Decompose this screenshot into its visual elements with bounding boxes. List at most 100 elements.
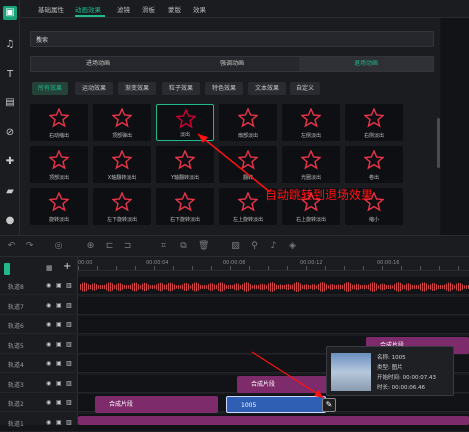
split-left-icon[interactable]: ⊏ [104, 241, 115, 252]
zoom-handle[interactable] [4, 263, 10, 275]
chip-motion[interactable]: 运动效果 [75, 82, 113, 95]
magnet-icon[interactable]: ◎ [53, 241, 64, 252]
composite-clip-bottom[interactable] [78, 416, 469, 425]
lock-icon[interactable]: ▣ [56, 360, 62, 367]
subtitle-icon[interactable]: ▤ [3, 96, 17, 110]
crosshair-icon[interactable]: ⊕ [85, 241, 96, 252]
visibility-icon[interactable]: ◉ [46, 302, 51, 309]
track-lane[interactable] [78, 296, 469, 315]
waveform-bar [122, 284, 123, 290]
lock-icon[interactable]: ▣ [56, 341, 62, 348]
user-icon[interactable]: ● [3, 214, 17, 228]
waveform-bar [90, 284, 91, 290]
effect-card[interactable]: 顶部淡出 [30, 146, 88, 183]
trash-icon[interactable]: ▥ [66, 321, 72, 328]
trash-icon[interactable]: ▥ [66, 399, 72, 406]
music-icon[interactable]: ♫ [3, 38, 17, 52]
tab-basic[interactable]: 基础属性 [38, 4, 64, 14]
trash-icon[interactable]: ▥ [66, 419, 72, 426]
waveform-bar [158, 283, 159, 291]
trash-icon[interactable]: ▥ [66, 380, 72, 387]
segment-exit[interactable]: 退场动画 [299, 57, 433, 71]
track-header[interactable]: 轨道7 ◉ ▣ ▥ [0, 297, 78, 315]
effect-card[interactable]: 光圈淡出 [282, 146, 340, 183]
tab-mask-board[interactable]: 滑板 [142, 4, 155, 14]
image-icon[interactable]: ▨ [230, 241, 241, 252]
time-ruler[interactable]: 00:00 00:00:04 00:00:08 00:00:12 00:00:1… [78, 257, 469, 271]
chip-special[interactable]: 特色效果 [205, 82, 243, 95]
split-icon[interactable]: ⧉ [178, 241, 189, 252]
filter-icon[interactable]: ⊘ [3, 126, 17, 140]
lock-icon[interactable]: ▣ [56, 399, 62, 406]
effect-card[interactable]: 左下旋转淡出 [93, 188, 151, 225]
waveform-bar [328, 285, 329, 289]
trash-icon[interactable]: ▥ [66, 341, 72, 348]
media-icon[interactable]: ▣ [3, 6, 17, 20]
tab-mask[interactable]: 蒙版 [168, 4, 181, 14]
stamp-icon[interactable]: ⚲ [249, 241, 260, 252]
crop-icon[interactable]: ⌗ [158, 241, 169, 252]
visibility-icon[interactable]: ◉ [46, 380, 51, 387]
tooltip-start: 开始时间: 00:00:07.43 [377, 375, 437, 381]
undo-icon[interactable]: ↶ [6, 241, 17, 252]
folder-icon[interactable]: ▰ [3, 185, 17, 199]
track-header[interactable]: 轨道4 ◉ ▣ ▥ [0, 355, 78, 373]
visibility-icon[interactable]: ◉ [46, 341, 51, 348]
trash-icon[interactable]: ▥ [66, 360, 72, 367]
composite-clip[interactable]: 合成片段 [95, 396, 218, 413]
close-icon[interactable]: ✕ [36, 35, 429, 42]
plugin-icon[interactable]: ✚ [3, 155, 17, 169]
track-header[interactable]: 轨道3 ◉ ▣ ▥ [0, 375, 78, 393]
lock-icon[interactable]: ▣ [56, 302, 62, 309]
visibility-icon[interactable]: ◉ [46, 419, 51, 426]
lock-icon[interactable]: ▣ [56, 380, 62, 387]
track-header[interactable]: 轨道5 ◉ ▣ ▥ [0, 336, 78, 354]
delete-icon[interactable]: 🗑 [198, 241, 209, 252]
visibility-icon[interactable]: ◉ [46, 399, 51, 406]
text-icon[interactable]: T [3, 68, 17, 82]
track-settings-icon[interactable]: ▦ [46, 264, 53, 272]
track-header[interactable]: 轨道2 ◉ ▣ ▥ [0, 394, 78, 412]
layers-icon[interactable]: ◈ [287, 241, 298, 252]
mic-icon[interactable]: ♪ [268, 241, 279, 252]
visibility-icon[interactable]: ◉ [46, 282, 51, 289]
audio-waveform[interactable] [80, 280, 469, 294]
effect-card[interactable]: 左侧淡出 [282, 104, 340, 141]
segment-emphasis[interactable]: 强调动画 [165, 57, 299, 71]
waveform-bar [192, 283, 193, 291]
chip-custom[interactable]: 自定义 [290, 82, 320, 95]
effect-card[interactable]: 右动缩出 [30, 104, 88, 141]
waveform-bar [174, 284, 175, 290]
chip-all[interactable]: 所有效果 [32, 82, 68, 95]
visibility-icon[interactable]: ◉ [46, 360, 51, 367]
chip-particle[interactable]: 粒子效果 [162, 82, 200, 95]
tab-filter[interactable]: 滤镜 [117, 4, 130, 14]
tab-animation[interactable]: 动画效果 [75, 4, 101, 14]
effect-card[interactable]: 右侧淡出 [345, 104, 403, 141]
effect-card[interactable]: 顶部弹出 [93, 104, 151, 141]
effect-card[interactable]: X轴翻转淡出 [93, 146, 151, 183]
track-header[interactable]: 轨道1 ◉ ▣ ▥ [0, 414, 78, 432]
effect-card[interactable]: 卷出 [345, 146, 403, 183]
lock-icon[interactable]: ▣ [56, 282, 62, 289]
track-header[interactable]: 轨道6 ◉ ▣ ▥ [0, 316, 78, 334]
tab-effects[interactable]: 效果 [193, 4, 206, 14]
segment-enter[interactable]: 进场动画 [31, 57, 165, 71]
split-right-icon[interactable]: ⊐ [122, 241, 133, 252]
waveform-bar [298, 282, 299, 292]
search-input[interactable]: 搜索 ✕ [30, 31, 434, 47]
effect-card[interactable]: 旋转淡出 [30, 188, 88, 225]
scrollbar[interactable] [437, 118, 440, 168]
chip-text[interactable]: 文本效果 [248, 82, 286, 95]
track-header[interactable]: 轨道8 ◉ ▣ ▥ [0, 277, 78, 295]
trash-icon[interactable]: ▥ [66, 302, 72, 309]
add-track-icon[interactable]: + [63, 261, 71, 272]
visibility-icon[interactable]: ◉ [46, 321, 51, 328]
chip-fade[interactable]: 渐变效果 [118, 82, 156, 95]
waveform-bar [442, 285, 443, 289]
lock-icon[interactable]: ▣ [56, 419, 62, 426]
redo-icon[interactable]: ↷ [24, 241, 35, 252]
track-lane[interactable] [78, 316, 469, 334]
trash-icon[interactable]: ▥ [66, 282, 72, 289]
lock-icon[interactable]: ▣ [56, 321, 62, 328]
